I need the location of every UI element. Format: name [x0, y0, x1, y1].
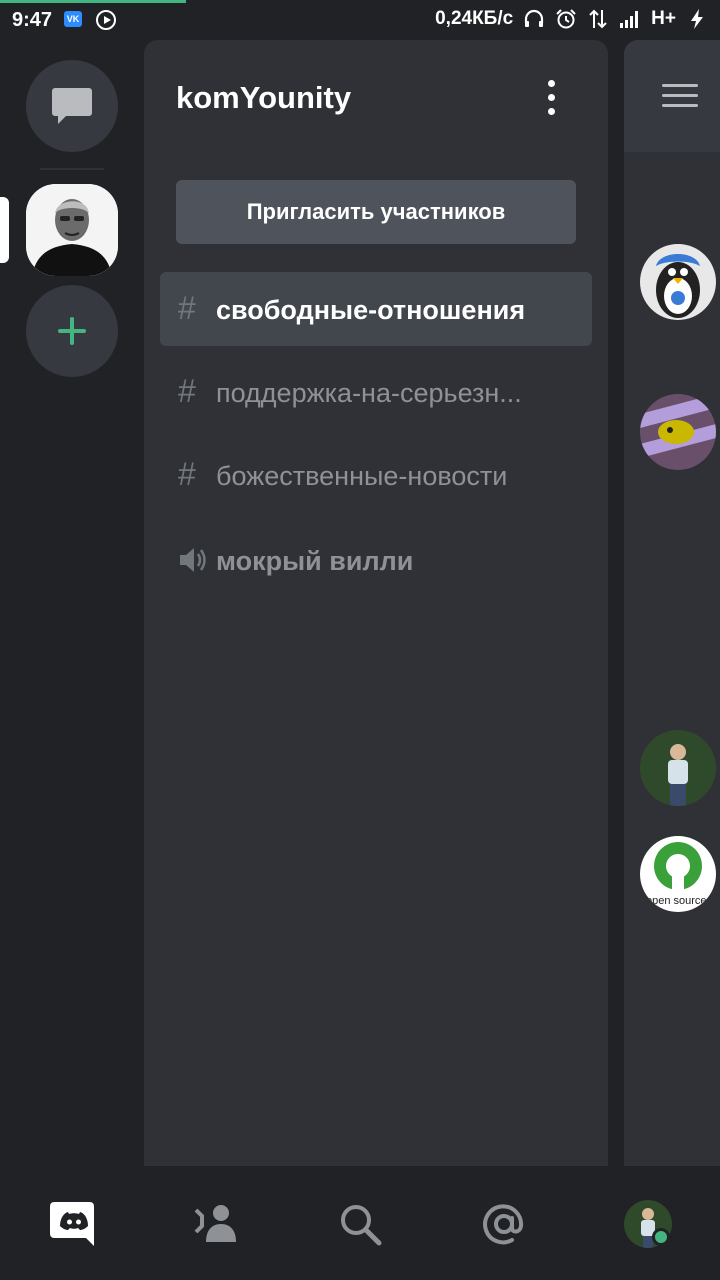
- search-icon[interactable]: [336, 1200, 384, 1248]
- play-icon: [96, 10, 116, 30]
- status-bar: 9:47 VK 0,24КБ/с H+: [0, 0, 720, 40]
- channel-item[interactable]: # поддержка-на-серьезн...: [160, 355, 592, 429]
- open-source-text: open source: [646, 895, 707, 907]
- invite-members-button[interactable]: Пригласить участников: [176, 180, 576, 244]
- creature-avatar[interactable]: [640, 394, 716, 470]
- members-header: [624, 40, 720, 152]
- channel-name: поддержка-на-серьезн...: [216, 378, 522, 408]
- charging-icon: [686, 8, 708, 30]
- members-panel: open source: [624, 40, 720, 1166]
- mentions-icon[interactable]: [480, 1200, 528, 1248]
- channel-name: божественные-новости: [216, 461, 508, 491]
- signal-icon: [619, 8, 641, 30]
- data-transfer-icon: [587, 8, 609, 30]
- channel-item[interactable]: # божественные-новости: [160, 438, 592, 512]
- status-right-group: 0,24КБ/с H+: [435, 8, 708, 30]
- channel-panel: komYounity Пригласить участников # свобо…: [144, 40, 608, 1166]
- page-load-progress: [0, 0, 186, 3]
- voice-channel-item[interactable]: мокрый вилли: [160, 523, 592, 597]
- hash-icon: #: [178, 456, 196, 492]
- more-options-icon[interactable]: [540, 78, 564, 118]
- vk-icon: VK: [64, 11, 82, 27]
- bottom-navigation: [0, 1166, 720, 1280]
- add-server-button[interactable]: [26, 285, 118, 377]
- discord-screen: 9:47 VK 0,24КБ/с H+ komYounity Пригласит…: [0, 0, 720, 1280]
- menu-icon[interactable]: [662, 84, 698, 108]
- status-time: 9:47: [12, 9, 53, 31]
- rail-divider: [40, 168, 104, 170]
- penguin-avatar[interactable]: [640, 244, 716, 320]
- channel-item[interactable]: # свободные-отношения: [160, 272, 592, 346]
- speaker-icon: [180, 548, 206, 572]
- open-source-avatar[interactable]: open source: [640, 836, 716, 912]
- channel-name: мокрый вилли: [216, 546, 414, 576]
- direct-messages-button[interactable]: [26, 60, 118, 152]
- hash-icon: #: [178, 373, 196, 409]
- person-avatar[interactable]: [640, 730, 716, 806]
- chat-bubble-icon: [52, 88, 92, 124]
- channel-name: свободные-отношения: [216, 295, 526, 325]
- friends-icon[interactable]: [192, 1200, 240, 1248]
- headphones-icon: [523, 8, 545, 30]
- hash-icon: #: [178, 290, 196, 326]
- alarm-icon: [555, 8, 577, 30]
- server-rail: [0, 40, 144, 1166]
- selected-server-indicator: [0, 197, 9, 263]
- server-avatar[interactable]: [26, 184, 118, 276]
- network-type: H+: [651, 8, 676, 29]
- server-avatar-image: [26, 184, 118, 276]
- net-speed: 0,24КБ/с: [435, 8, 514, 29]
- online-status-indicator: [652, 1228, 670, 1246]
- discord-icon[interactable]: [50, 1200, 98, 1248]
- server-name[interactable]: komYounity: [176, 80, 351, 116]
